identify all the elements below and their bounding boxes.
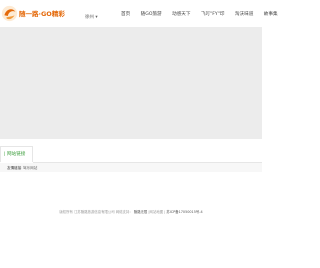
logo-text[interactable]: 随一路·GO精彩 <box>19 8 65 18</box>
footer-icp[interactable]: 苏ICP备17050015号-4 <box>166 210 202 214</box>
nav-item-stories[interactable]: 故事集 <box>264 12 278 17</box>
header: 随一路·GO精彩 徐州 ▾ 首页 随GO旅游 动感天下 飞叮"FY"印 淘沃味道… <box>0 0 278 27</box>
friend-links-tab[interactable]: | 网站链接 <box>0 146 33 162</box>
footer-contact[interactable]: |网站地图 | <box>148 210 165 214</box>
nav-item-travel[interactable]: 随GO旅游 <box>141 12 162 17</box>
nav-item-fy[interactable]: 飞叮"FY"印 <box>201 12 224 17</box>
footer-support-link[interactable]: 随路无限 <box>134 210 148 214</box>
logo-icon[interactable] <box>1 5 18 22</box>
footer: 版权所有 江苏随路旅游信息有限公司 网络支持： 随路无限 |网站地图 | 苏IC… <box>0 209 262 214</box>
friend-links-body: 友情链接 驾乐网站 <box>0 163 262 172</box>
friend-links-label: 友情链接 <box>7 166 22 170</box>
friend-link[interactable]: 驾乐网站 <box>23 166 37 171</box>
nav-item-home[interactable]: 首页 <box>121 12 130 17</box>
main-nav: 首页 随GO旅游 动感天下 飞叮"FY"印 淘沃味道 故事集 <box>121 11 278 17</box>
city-selector[interactable]: 徐州 ▾ <box>85 14 98 20</box>
nav-item-world[interactable]: 动感天下 <box>172 12 190 17</box>
hero-banner <box>0 27 262 139</box>
nav-item-taste[interactable]: 淘沃味道 <box>235 12 253 17</box>
footer-copyright: 版权所有 江苏随路旅游信息有限公司 网络支持： <box>59 210 133 214</box>
friend-links-section: | 网站链接 友情链接 驾乐网站 <box>0 146 262 196</box>
